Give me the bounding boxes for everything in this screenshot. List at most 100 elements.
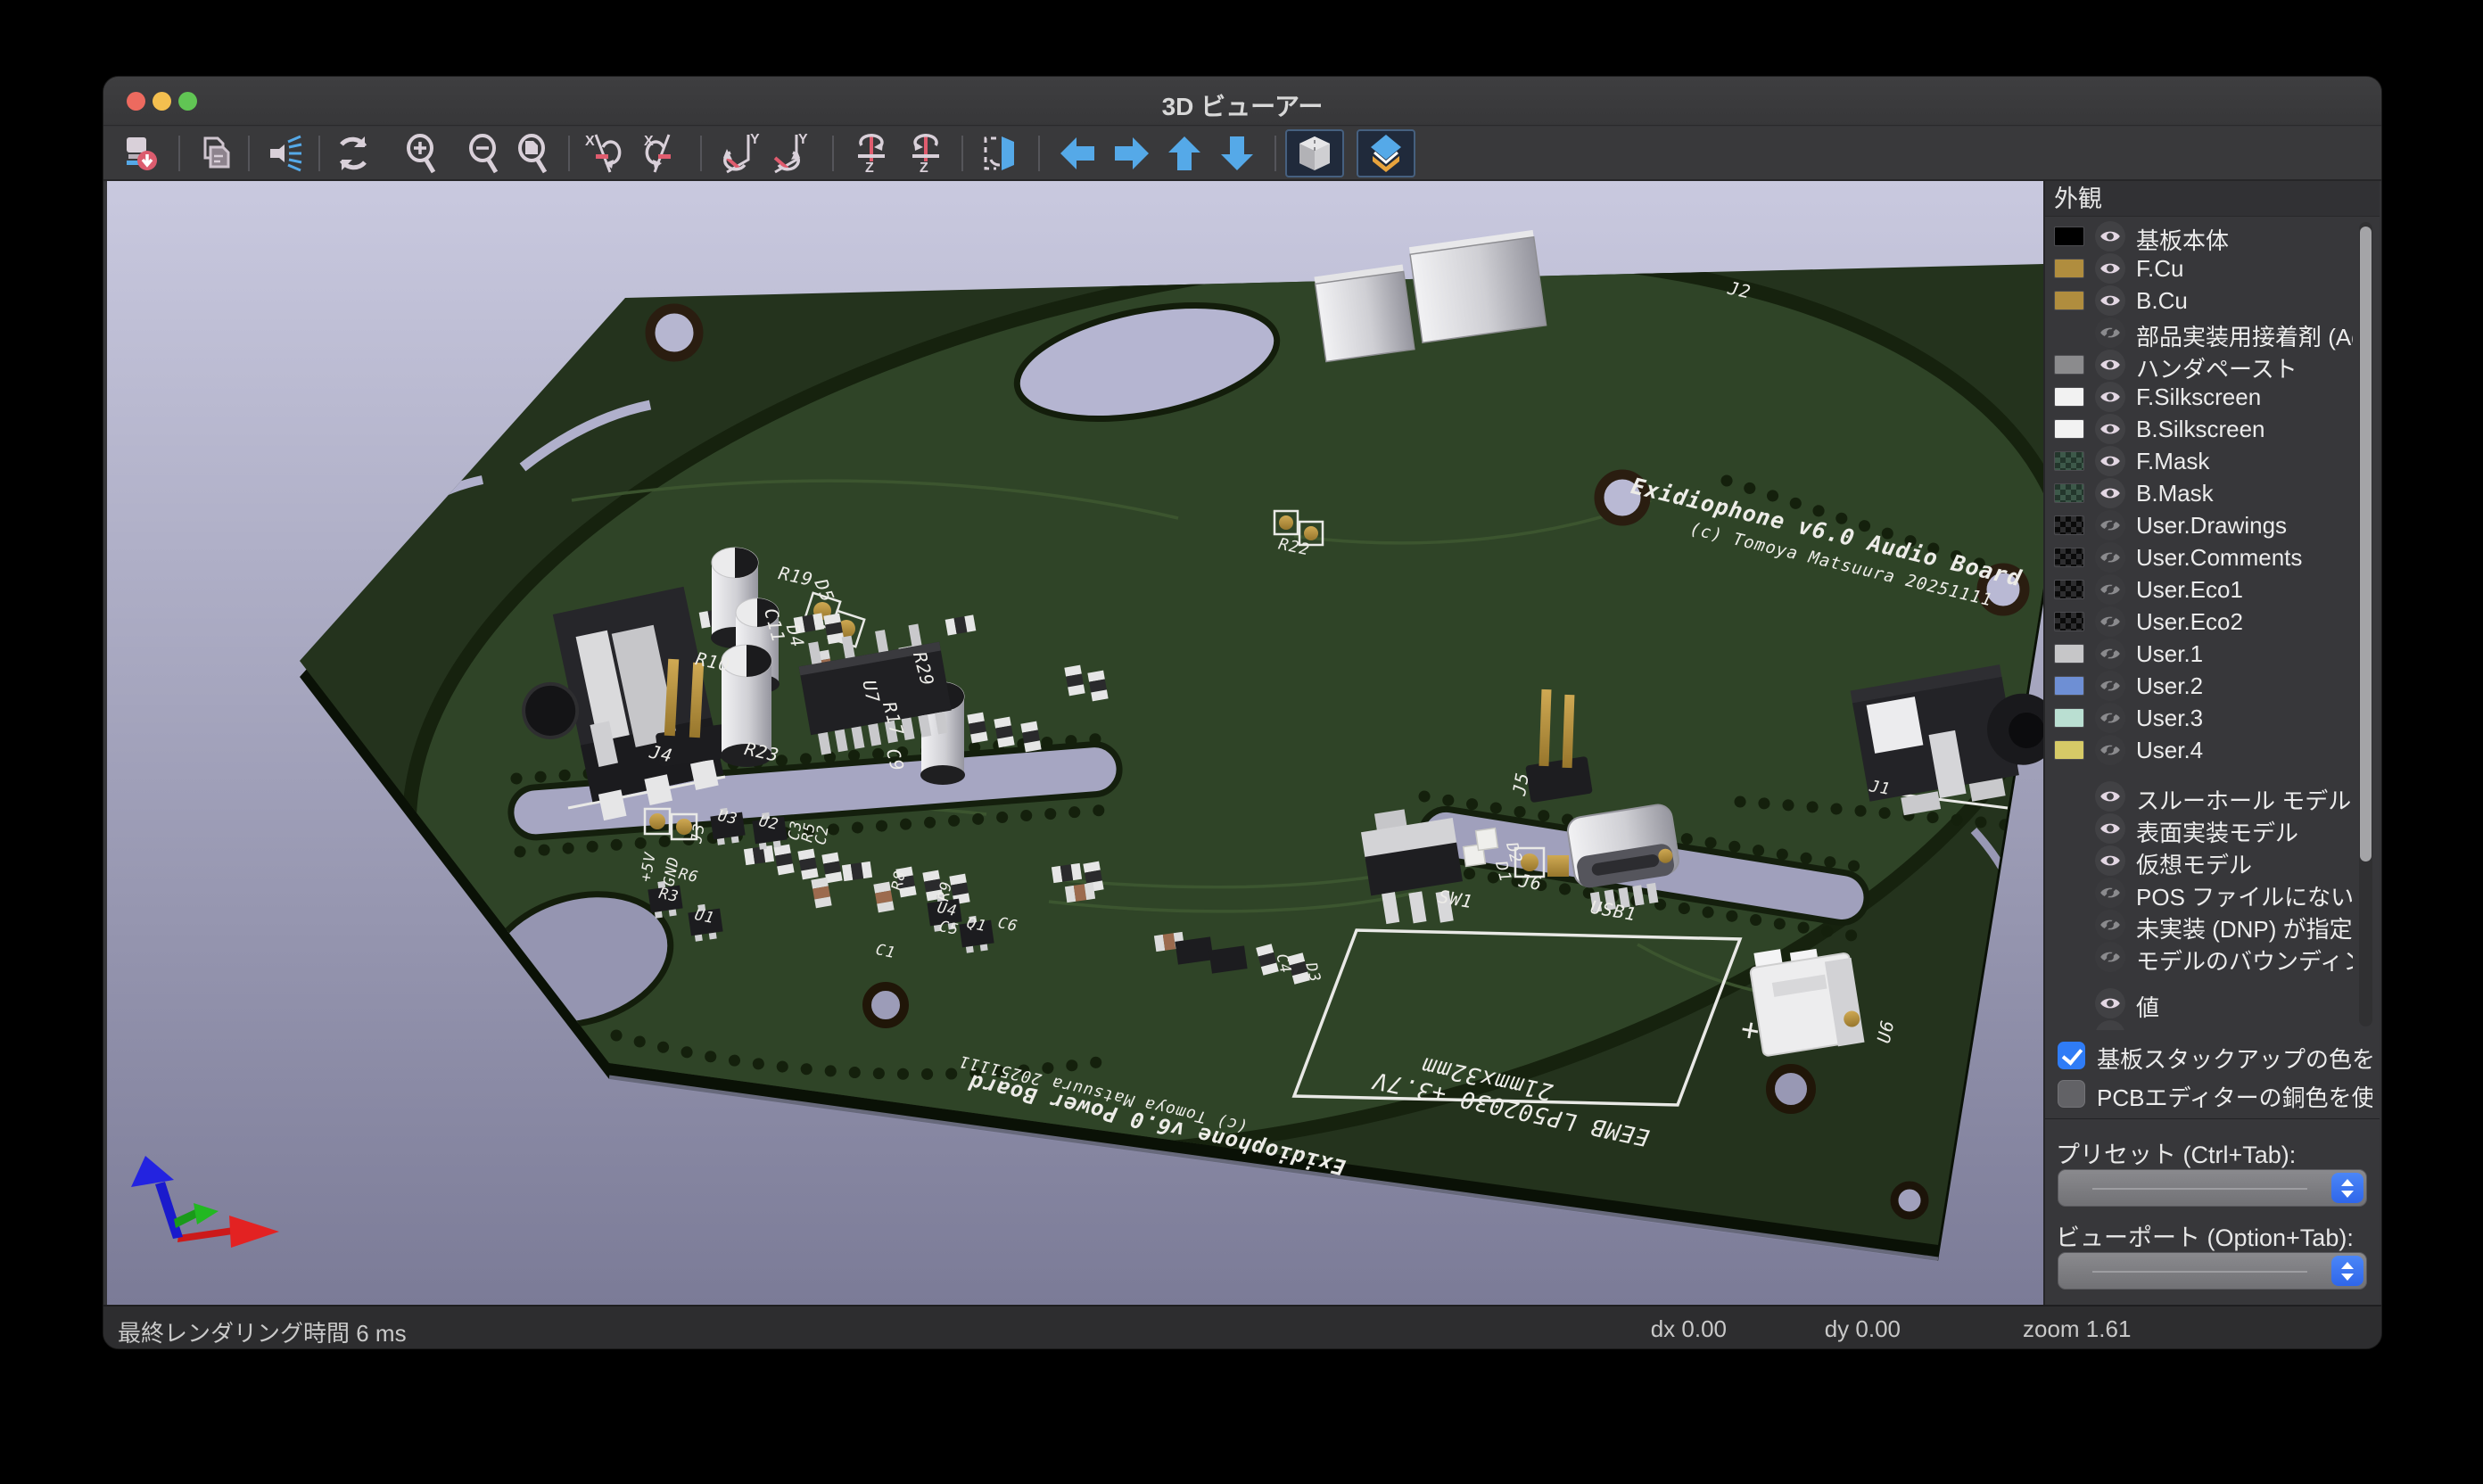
layer-row[interactable]: ハンダペースト <box>2045 349 2380 381</box>
layer-row[interactable]: B.Cu <box>2045 284 2380 317</box>
scrollbar-thumb[interactable] <box>2360 227 2372 862</box>
copy-image-button[interactable] <box>190 130 240 177</box>
checkbox-row-stackup[interactable]: 基板スタックアップの色を使用 <box>2058 1040 2372 1072</box>
layer-list[interactable]: 基板本体F.CuB.Cu部品実装用接着剤 (Adhesive)ハンダペーストF.… <box>2045 220 2380 1030</box>
layer-color-swatch[interactable] <box>2054 419 2084 439</box>
eye-visible-icon[interactable] <box>2095 446 2125 476</box>
eye-visible-icon[interactable] <box>2095 382 2125 412</box>
viewport-stepper-icon[interactable] <box>2331 1256 2363 1286</box>
viewport-dropdown[interactable] <box>2058 1252 2367 1290</box>
layer-row[interactable]: B.Mask <box>2045 477 2380 509</box>
layer-row[interactable]: 部品実装用接着剤 (Adhesive) <box>2045 317 2380 349</box>
eye-visible-icon[interactable] <box>2095 813 2125 844</box>
layer-color-swatch[interactable] <box>2054 451 2084 471</box>
layer-row[interactable]: 基板本体 <box>2045 220 2380 252</box>
model-row[interactable]: モデルのバウンディングボックス <box>2045 941 2380 973</box>
extra-row[interactable] <box>2045 1019 2380 1030</box>
pan-down-button[interactable] <box>1212 130 1262 177</box>
layer-row[interactable]: B.Silkscreen <box>2045 413 2380 445</box>
viewport-3d[interactable]: Exidiophone v6.0 Audio Board (c) Tomoya … <box>107 181 2043 1305</box>
refresh-view-button[interactable] <box>328 130 378 177</box>
eye-visible-icon[interactable] <box>2095 845 2125 876</box>
layer-color-swatch[interactable] <box>2054 515 2084 535</box>
layer-color-swatch[interactable] <box>2054 580 2084 599</box>
eye-visible-icon[interactable] <box>2095 1020 2125 1030</box>
layer-color-swatch[interactable] <box>2054 612 2084 631</box>
pan-left-button[interactable] <box>1052 130 1102 177</box>
layer-color-swatch[interactable] <box>2054 291 2084 310</box>
eye-visible-icon[interactable] <box>2095 253 2125 284</box>
layer-row[interactable]: User.2 <box>2045 670 2380 702</box>
eye-visible-icon[interactable] <box>2095 988 2125 1018</box>
layer-row[interactable]: F.Silkscreen <box>2045 381 2380 413</box>
checkbox-row-copper[interactable]: PCBエディターの銅色を使用 <box>2058 1078 2372 1110</box>
layer-row[interactable]: User.3 <box>2045 702 2380 734</box>
layer-color-swatch[interactable] <box>2054 708 2084 728</box>
eye-hidden-icon[interactable] <box>2095 317 2125 348</box>
layer-color-swatch[interactable] <box>2054 355 2084 375</box>
eye-hidden-icon[interactable] <box>2095 735 2125 765</box>
raytracing-render-button[interactable] <box>259 130 309 177</box>
layer-row[interactable]: F.Mask <box>2045 445 2380 477</box>
layer-color-swatch[interactable] <box>2054 548 2084 567</box>
eye-visible-icon[interactable] <box>2095 285 2125 316</box>
stackup-colors-checkbox[interactable] <box>2058 1042 2085 1069</box>
rotate-y-counterclockwise-button[interactable]: Y <box>765 130 815 177</box>
export-image-button[interactable] <box>116 130 166 177</box>
layer-label: 部品実装用接着剤 (Adhesive) <box>2136 319 2353 352</box>
rotate-y-clockwise-button[interactable]: Y <box>717 130 767 177</box>
zoom-out-button[interactable] <box>459 130 509 177</box>
eye-hidden-icon[interactable] <box>2095 671 2125 701</box>
rotate-z-clockwise-button[interactable]: Z <box>846 130 896 177</box>
pan-right-button[interactable] <box>1107 130 1157 177</box>
model-row[interactable]: 未実装 (DNP) が指定されたモデル <box>2045 909 2380 941</box>
layer-color-swatch[interactable] <box>2054 387 2084 407</box>
model-row[interactable]: POS ファイルにないモデル <box>2045 877 2380 909</box>
appearance-panel-toggle[interactable] <box>1357 129 1415 177</box>
preset-dropdown[interactable] <box>2058 1169 2367 1207</box>
layer-row[interactable]: User.Comments <box>2045 541 2380 573</box>
orthographic-projection-toggle[interactable] <box>1285 129 1344 177</box>
eye-visible-icon[interactable] <box>2095 414 2125 444</box>
layer-row[interactable]: User.Eco2 <box>2045 606 2380 638</box>
eye-visible-icon[interactable] <box>2095 478 2125 508</box>
rotate-z-counterclockwise-button[interactable]: Z <box>901 130 951 177</box>
layer-color-swatch[interactable] <box>2054 676 2084 696</box>
eye-hidden-icon[interactable] <box>2095 574 2125 605</box>
layer-row[interactable]: User.1 <box>2045 638 2380 670</box>
eye-hidden-icon[interactable] <box>2095 606 2125 637</box>
zoom-in-button[interactable] <box>397 130 447 177</box>
eye-hidden-icon[interactable] <box>2095 510 2125 540</box>
rotate-x-counterclockwise-button[interactable]: X <box>638 130 688 177</box>
eye-hidden-icon[interactable] <box>2095 910 2125 940</box>
layer-color-swatch[interactable] <box>2054 227 2084 246</box>
layer-row[interactable]: F.Cu <box>2045 252 2380 284</box>
eye-visible-icon[interactable] <box>2095 350 2125 380</box>
pan-up-button[interactable] <box>1159 130 1209 177</box>
eye-hidden-icon[interactable] <box>2095 542 2125 573</box>
zoom-to-fit-button[interactable] <box>508 130 558 177</box>
eye-hidden-icon[interactable] <box>2095 639 2125 669</box>
eye-visible-icon[interactable] <box>2095 221 2125 251</box>
rotate-x-clockwise-button[interactable]: X <box>579 130 629 177</box>
layer-color-swatch[interactable] <box>2054 483 2084 503</box>
eye-hidden-icon[interactable] <box>2095 878 2125 908</box>
model-row[interactable]: 仮想モデル <box>2045 845 2380 877</box>
extra-row[interactable]: 値 <box>2045 987 2380 1019</box>
layer-row[interactable]: User.4 <box>2045 734 2380 766</box>
layer-row[interactable]: User.Drawings <box>2045 509 2380 541</box>
flip-board-button[interactable] <box>974 130 1024 177</box>
pcb-copper-colors-checkbox[interactable] <box>2058 1080 2085 1108</box>
layer-color-swatch[interactable] <box>2054 740 2084 760</box>
layer-list-scrollbar[interactable] <box>2359 222 2372 1026</box>
model-row[interactable]: スルーホール モデル <box>2045 780 2380 812</box>
eye-hidden-icon[interactable] <box>2095 942 2125 972</box>
layer-color-swatch[interactable] <box>2054 644 2084 664</box>
eye-hidden-icon[interactable] <box>2095 703 2125 733</box>
layer-color-swatch[interactable] <box>2054 259 2084 278</box>
title-bar[interactable]: 3D ビューアー <box>103 77 2381 126</box>
layer-row[interactable]: User.Eco1 <box>2045 573 2380 606</box>
eye-visible-icon[interactable] <box>2095 781 2125 812</box>
model-row[interactable]: 表面実装モデル <box>2045 812 2380 845</box>
preset-stepper-icon[interactable] <box>2331 1173 2363 1203</box>
